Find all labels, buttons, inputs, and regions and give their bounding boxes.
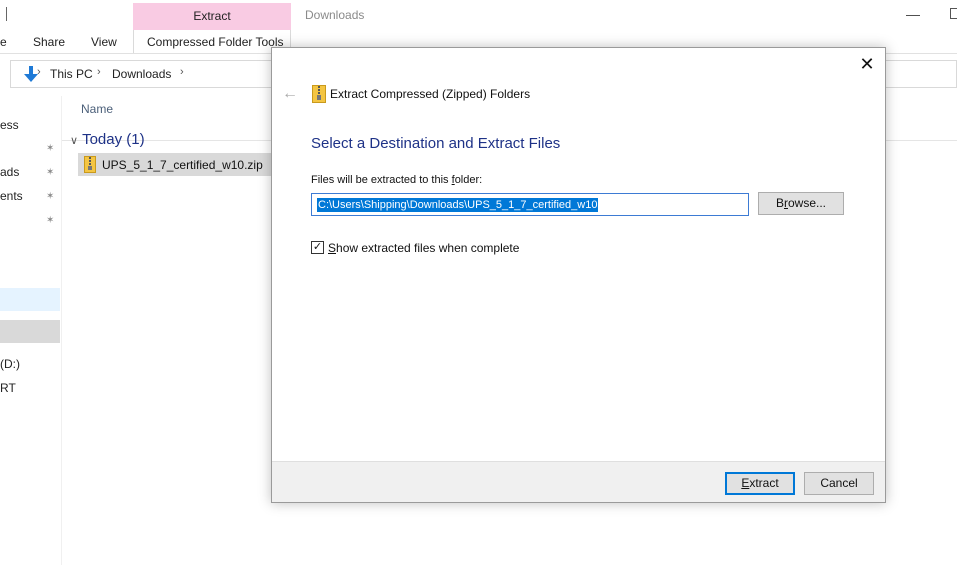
group-header-today[interactable]: ∨ Today (1) (70, 131, 145, 148)
title-separator (6, 7, 7, 21)
label-text: older: (454, 174, 483, 186)
button-text: B (775, 196, 784, 210)
nav-item-quick-access[interactable]: ess (0, 118, 19, 132)
tab-compressed-folder-tools[interactable]: Compressed Folder Tools (147, 35, 284, 49)
dialog-footer: Extract Cancel (272, 461, 885, 502)
show-files-label[interactable]: Show extracted files when complete (328, 241, 519, 255)
button-text: xtract (749, 476, 779, 490)
pin-icon[interactable]: ✶ (46, 167, 56, 178)
breadcrumb-separator[interactable]: › (97, 66, 101, 78)
column-header-name[interactable]: Name (81, 102, 113, 116)
nav-item-documents[interactable]: ents (0, 189, 23, 203)
nav-item-highlighted[interactable] (0, 288, 60, 311)
breadcrumb-separator[interactable]: › (37, 66, 41, 78)
cancel-button[interactable]: Cancel (804, 472, 874, 495)
button-text: owse... (788, 196, 827, 210)
nav-edge-glyph (0, 68, 6, 80)
dialog-title: Extract Compressed (Zipped) Folders (330, 87, 531, 101)
tab-file[interactable]: e (0, 35, 7, 49)
zip-folder-icon (84, 156, 96, 173)
show-files-checkbox[interactable]: ✓ (311, 241, 324, 254)
extract-button[interactable]: Extract (725, 472, 795, 495)
minimize-button[interactable]: — (906, 6, 920, 22)
context-tab-extract[interactable]: Extract (133, 3, 291, 30)
destination-path-value: C:\Users\Shipping\Downloads\UPS_5_1_7_ce… (317, 198, 599, 212)
window-title: Downloads (305, 8, 365, 22)
nav-item-drive-d[interactable]: (D:) (0, 357, 20, 371)
tab-share[interactable]: Share (33, 35, 65, 49)
label-text: how extracted files when complete (336, 241, 520, 255)
label-mnemonic: S (328, 241, 337, 255)
nav-item-downloads[interactable]: ads (0, 165, 19, 179)
file-name: UPS_5_1_7_certified_w10.zip (102, 158, 263, 172)
zip-folder-icon (312, 85, 326, 103)
breadcrumb-separator[interactable]: › (180, 66, 184, 78)
file-row[interactable]: UPS_5_1_7_certified_w10.zip (78, 153, 293, 176)
extract-dialog: ✕ ← Extract Compressed (Zipped) Folders … (271, 47, 886, 503)
nav-item-selected[interactable] (0, 320, 60, 343)
browse-button[interactable]: Browse... (758, 192, 844, 215)
destination-path-input[interactable]: C:\Users\Shipping\Downloads\UPS_5_1_7_ce… (311, 193, 749, 216)
dialog-heading: Select a Destination and Extract Files (311, 135, 561, 152)
group-label: Today (1) (82, 131, 145, 148)
tab-view[interactable]: View (91, 35, 117, 49)
close-icon[interactable]: ✕ (857, 54, 877, 74)
back-arrow-icon[interactable]: ← (282, 85, 298, 103)
navigation-pane: ess ✶ ads ✶ ents ✶ ✶ (D:) RT (0, 96, 62, 565)
pin-icon[interactable]: ✶ (46, 191, 56, 202)
breadcrumb-this-pc[interactable]: This PC (50, 67, 93, 81)
label-text: Files will be extracted to this (311, 174, 452, 186)
explorer-window: Extract Downloads — e Share View Compres… (0, 0, 957, 565)
destination-label: Files will be extracted to this folder: (311, 174, 482, 186)
breadcrumb-downloads[interactable]: Downloads (112, 67, 171, 81)
pin-icon[interactable]: ✶ (46, 143, 56, 154)
maximize-button[interactable] (950, 8, 957, 19)
nav-item-drive-rt[interactable]: RT (0, 381, 16, 395)
pin-icon[interactable]: ✶ (46, 215, 56, 226)
chevron-down-icon: ∨ (70, 135, 79, 147)
